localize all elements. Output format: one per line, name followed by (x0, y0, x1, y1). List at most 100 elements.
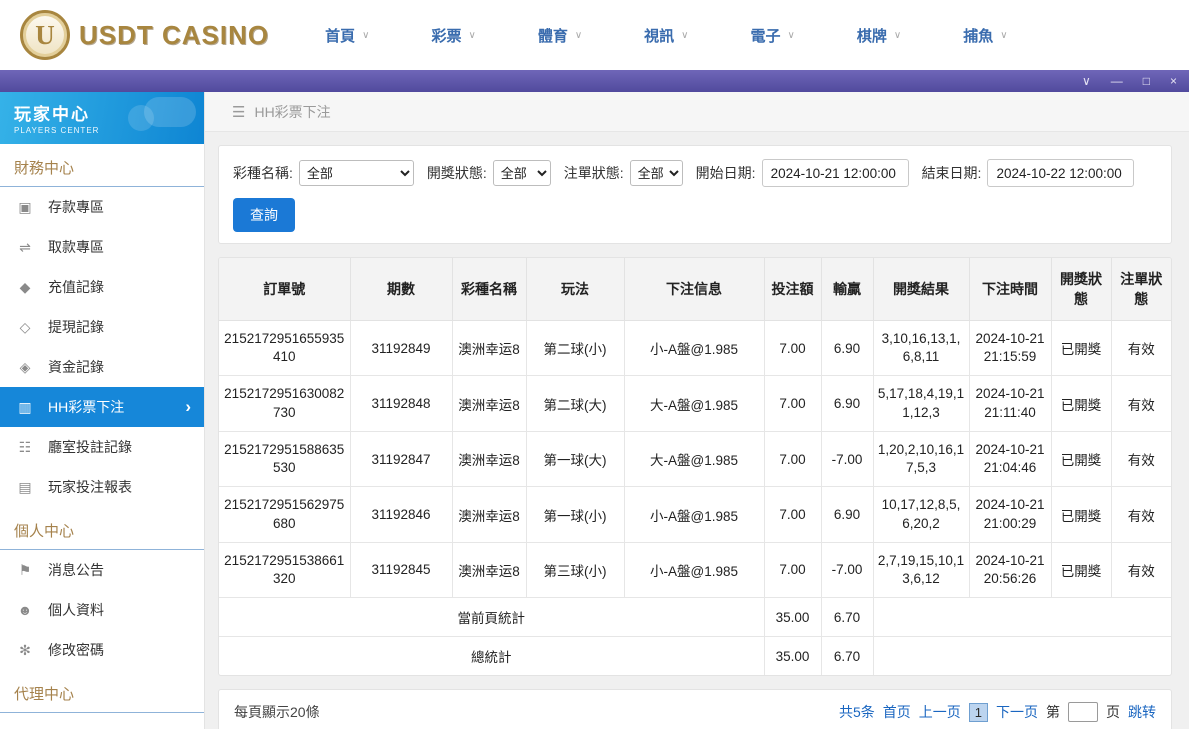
col-header-order-no: 訂單號 (219, 258, 350, 321)
sidebar-subtitle: PLAYERS CENTER (14, 126, 190, 135)
table-row: 2152172951562975680 31192846 澳洲幸运8 第一球(小… (219, 487, 1171, 542)
logo-text: USDT CASINO (79, 20, 269, 51)
content-area: 彩種名稱: 全部 開獎狀態: 全部 注單狀態: 全部 開始日期: (205, 132, 1189, 729)
menu-icon[interactable]: ☰ (232, 103, 245, 121)
sidebar-item-hh-lottery-bets[interactable]: ▥ HH彩票下注 › (0, 387, 204, 427)
next-page-link[interactable]: 下一页 (996, 702, 1038, 722)
cell-win-loss: 6.90 (821, 321, 873, 376)
nav-item-label: 電子 (751, 25, 781, 46)
cell-order-no: 2152172951562975680 (219, 487, 350, 542)
order-status-select[interactable]: 全部 (630, 160, 683, 186)
cell-draw-status: 已開獎 (1051, 321, 1111, 376)
cell-order-status: 有效 (1111, 487, 1171, 542)
cell-play: 第三球(小) (526, 542, 624, 597)
cell-bet-info: 大-A盤@1.985 (624, 431, 764, 486)
nav-item-home[interactable]: 首頁 ∨ (325, 25, 369, 46)
prev-page-link[interactable]: 上一页 (919, 702, 961, 722)
main-nav: 首頁 ∨ 彩票 ∨ 體育 ∨ 視訊 ∨ 電子 ∨ 棋牌 ∨ (325, 25, 1007, 46)
jump-page-input[interactable] (1068, 702, 1098, 722)
cell-period: 31192849 (350, 321, 452, 376)
page-summary-winloss-total: 6.70 (821, 598, 873, 637)
cell-bet-time: 2024-10-21 21:15:59 (969, 321, 1051, 376)
logo-icon: U (20, 10, 70, 60)
sidebar-item-deposit-zone[interactable]: ▣ 存款專區 (0, 187, 204, 227)
section-title-agent: 代理中心 (0, 670, 204, 713)
nav-item-live-video[interactable]: 視訊 ∨ (644, 25, 688, 46)
cell-bet-info: 大-A盤@1.985 (624, 376, 764, 431)
lottery-bet-icon: ▥ (17, 399, 33, 416)
cell-play: 第二球(大) (526, 376, 624, 431)
filter-panel: 彩種名稱: 全部 開獎狀態: 全部 注單狀態: 全部 開始日期: (218, 145, 1172, 244)
cell-lottery-name: 澳洲幸运8 (452, 431, 526, 486)
sidebar-item-funds-record[interactable]: ◈ 資金記錄 (0, 347, 204, 387)
order-status-label: 注單狀態: (564, 163, 624, 183)
cell-draw-result: 10,17,12,8,5,6,20,2 (873, 487, 969, 542)
sidebar-item-player-bet-report[interactable]: ▤ 玩家投注報表 (0, 467, 204, 507)
col-header-period: 期數 (350, 258, 452, 321)
table-row: 2152172951655935410 31192849 澳洲幸运8 第二球(小… (219, 321, 1171, 376)
chevron-down-icon: ∨ (788, 30, 795, 41)
table-row: 2152172951630082730 31192848 澳洲幸运8 第二球(大… (219, 376, 1171, 431)
nav-item-sports[interactable]: 體育 ∨ (538, 25, 582, 46)
sidebar-item-withdraw-zone[interactable]: ⇌ 取款專區 (0, 227, 204, 267)
cell-draw-result: 5,17,18,4,19,11,12,3 (873, 376, 969, 431)
cell-play: 第二球(小) (526, 321, 624, 376)
window-maximize-button[interactable]: □ (1143, 75, 1150, 87)
table-row: 2152172951588635530 31192847 澳洲幸运8 第一球(大… (219, 431, 1171, 486)
bell-icon: ⚑ (17, 562, 33, 579)
lottery-name-select[interactable]: 全部 (299, 160, 414, 186)
chevron-down-icon: ∨ (362, 30, 369, 41)
cell-bet-time: 2024-10-21 21:11:40 (969, 376, 1051, 431)
nav-item-label: 捕魚 (963, 25, 993, 46)
section-title-finance: 財務中心 (0, 144, 204, 187)
cell-order-status: 有效 (1111, 376, 1171, 431)
sidebar-item-hall-bet-record[interactable]: ☷ 廳室投註記錄 (0, 427, 204, 467)
cell-win-loss: -7.00 (821, 542, 873, 597)
draw-status-select[interactable]: 全部 (493, 160, 551, 186)
chevron-right-icon: › (185, 397, 191, 417)
window-titlebar: ∨ — □ × (0, 70, 1189, 92)
nav-item-lottery[interactable]: 彩票 ∨ (431, 25, 475, 46)
window-minimize-button[interactable]: — (1111, 75, 1123, 87)
cell-draw-status: 已開獎 (1051, 431, 1111, 486)
sidebar-item-change-password[interactable]: ✻ 修改密碼 (0, 630, 204, 670)
app-window: U USDT CASINO 首頁 ∨ 彩票 ∨ 體育 ∨ 視訊 ∨ 電子 (0, 0, 1189, 729)
cell-lottery-name: 澳洲幸运8 (452, 487, 526, 542)
gamepad-decoration-icon (144, 97, 196, 127)
nav-item-fishing[interactable]: 捕魚 ∨ (963, 25, 1007, 46)
window-collapse-button[interactable]: ∨ (1082, 75, 1091, 87)
sidebar-item-label: 消息公告 (48, 560, 104, 580)
cell-bet-time: 2024-10-21 21:00:29 (969, 487, 1051, 542)
top-header: U USDT CASINO 首頁 ∨ 彩票 ∨ 體育 ∨ 視訊 ∨ 電子 (0, 0, 1189, 70)
col-header-play: 玩法 (526, 258, 624, 321)
cell-draw-status: 已開獎 (1051, 542, 1111, 597)
nav-item-slots[interactable]: 電子 ∨ (751, 25, 795, 46)
sidebar-item-label: 提現記錄 (48, 317, 104, 337)
logo-letter: U (35, 20, 55, 51)
end-date-label: 結束日期: (922, 163, 982, 183)
page-summary-label: 當前頁統計 (219, 598, 764, 637)
filter-row: 彩種名稱: 全部 開獎狀態: 全部 注單狀態: 全部 開始日期: (233, 159, 1157, 187)
cell-bet-time: 2024-10-21 20:56:26 (969, 542, 1051, 597)
jump-button[interactable]: 跳转 (1128, 702, 1156, 722)
sidebar-item-recharge-record[interactable]: ◆ 充值記錄 (0, 267, 204, 307)
first-page-link[interactable]: 首页 (883, 702, 911, 722)
sidebar-item-withdrawal-record[interactable]: ◇ 提現記錄 (0, 307, 204, 347)
window-close-button[interactable]: × (1170, 75, 1177, 87)
breadcrumb: ☰ HH彩票下注 (205, 92, 1189, 132)
breadcrumb-label: HH彩票下注 (254, 102, 330, 122)
sidebar-item-profile[interactable]: ☻ 個人資料 (0, 590, 204, 630)
sidebar-item-announcements[interactable]: ⚑ 消息公告 (0, 550, 204, 590)
cell-order-no: 2152172951630082730 (219, 376, 350, 431)
logo[interactable]: U USDT CASINO (20, 10, 269, 60)
start-date-input[interactable] (762, 159, 909, 187)
nav-item-label: 體育 (538, 25, 568, 46)
end-date-input[interactable] (987, 159, 1134, 187)
cell-period: 31192845 (350, 542, 452, 597)
search-button[interactable]: 查詢 (233, 198, 295, 232)
cell-lottery-name: 澳洲幸运8 (452, 321, 526, 376)
grand-summary-winloss-total: 6.70 (821, 637, 873, 676)
grand-summary-label: 總統計 (219, 637, 764, 676)
nav-item-card-games[interactable]: 棋牌 ∨ (857, 25, 901, 46)
table-row: 2152172951538661320 31192845 澳洲幸运8 第三球(小… (219, 542, 1171, 597)
